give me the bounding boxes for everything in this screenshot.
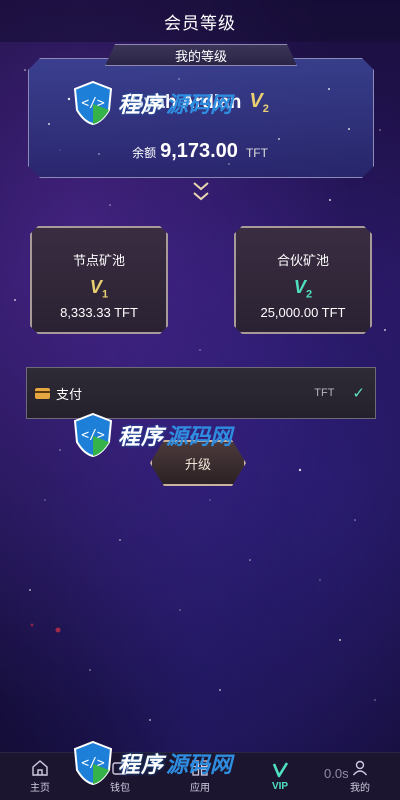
balance-label: 余额 <box>132 146 157 160</box>
user-icon <box>352 760 368 776</box>
username: Syah Ardian <box>131 91 242 113</box>
vip-icon <box>272 762 289 778</box>
vip-level-badge: V2 <box>249 90 269 115</box>
svg-text:</>: </> <box>81 428 105 443</box>
partner-pool-card[interactable]: 合伙矿池 V2 25,000.00 TFT <box>234 226 372 334</box>
payment-option[interactable]: 支付 TFT ✓ <box>26 367 376 419</box>
pool-name: 节点矿池 <box>72 253 125 268</box>
pool-name: 合伙矿池 <box>276 253 329 268</box>
nav-label: VIP <box>271 781 289 792</box>
load-timer: 0.0s <box>324 766 349 781</box>
nav-item-home[interactable]: 主页 <box>0 753 80 800</box>
nav-item-vip[interactable]: VIP <box>240 753 320 800</box>
check-icon: ✓ <box>352 385 365 402</box>
app-header: 会员等级 <box>0 0 400 42</box>
nav-label: 主页 <box>30 783 50 794</box>
watermark-text-a: 程序 <box>118 424 165 449</box>
nav-label: 我的 <box>350 783 370 794</box>
pool-amount: 8,333.33 TFT <box>60 304 138 320</box>
upgrade-button[interactable]: 升级 <box>150 440 246 486</box>
balance-value: 9,173.00 <box>160 140 238 162</box>
payment-unit: TFT <box>314 387 335 399</box>
user-level-row: Syah Ardian V2 <box>0 90 400 115</box>
node-pool-card[interactable]: 节点矿池 V1 8,333.33 TFT <box>30 226 168 334</box>
nav-label: 钱包 <box>110 783 130 794</box>
nav-label: 应用 <box>190 783 210 794</box>
balance-row: 余额 9,173.00 TFT <box>0 140 400 163</box>
pool-level-badge: V2 <box>293 277 313 301</box>
wallet-icon <box>112 762 128 775</box>
pool-amount: 25,000.00 TFT <box>260 304 346 320</box>
home-icon <box>32 760 48 776</box>
page-title: 会员等级 <box>164 13 236 33</box>
nav-item-wallet[interactable]: 钱包 <box>80 753 160 800</box>
my-level-tab: 我的等级 <box>105 44 297 66</box>
card-icon <box>35 387 50 399</box>
nav-item-apps[interactable]: 应用 <box>160 753 240 800</box>
balance-unit: TFT <box>245 146 268 160</box>
chevron-down-icon <box>193 182 209 201</box>
payment-label: 支付 <box>56 386 83 402</box>
pool-level-badge: V1 <box>89 277 109 301</box>
apps-icon <box>192 760 208 776</box>
